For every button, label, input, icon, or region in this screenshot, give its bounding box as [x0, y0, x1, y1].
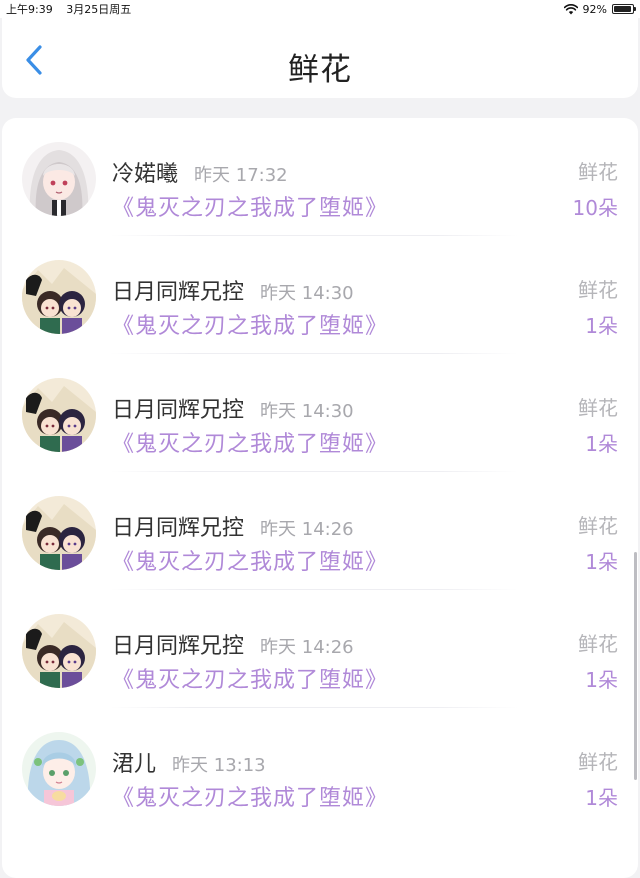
avatar[interactable]: [22, 496, 96, 570]
gift-count: 1朵: [585, 786, 618, 810]
status-date: 3月25日周五: [66, 3, 132, 16]
username: 涒儿 昨天 13:13: [112, 746, 266, 778]
avatar[interactable]: [22, 378, 96, 452]
status-time: 上午9:39: [6, 3, 53, 16]
gift-list: 冷婼曦 昨天 17:32 《鬼灭之刃之我成了堕姬》 鲜花 10朵 日月同辉兄控 …: [2, 118, 638, 878]
book-title-link[interactable]: 《鬼灭之刃之我成了堕姬》: [112, 308, 388, 340]
book-title-link[interactable]: 《鬼灭之刃之我成了堕姬》: [112, 780, 388, 812]
timestamp: 昨天 14:26: [260, 637, 354, 658]
username-text: 冷婼曦: [112, 162, 179, 187]
gift-type: 鲜花: [578, 160, 618, 184]
avatar[interactable]: [22, 142, 96, 216]
gift-type: 鲜花: [578, 632, 618, 656]
username: 日月同辉兄控 昨天 14:30: [112, 392, 354, 424]
timestamp: 昨天 13:13: [172, 755, 266, 776]
timestamp: 昨天 14:26: [260, 519, 354, 540]
book-title-link[interactable]: 《鬼灭之刃之我成了堕姬》: [112, 426, 388, 458]
battery-level: [614, 6, 631, 12]
battery-percent: 92%: [582, 2, 607, 16]
avatar[interactable]: [22, 614, 96, 688]
gift-count: 10朵: [572, 196, 618, 220]
gift-type: 鲜花: [578, 278, 618, 302]
list-item[interactable]: 日月同辉兄控 昨天 14:26 《鬼灭之刃之我成了堕姬》 鲜花 1朵: [2, 590, 638, 708]
gift-count: 1朵: [585, 432, 618, 456]
gift-type: 鲜花: [578, 750, 618, 774]
avatar-two-chibi-icon: [22, 614, 96, 688]
gift-type: 鲜花: [578, 396, 618, 420]
username-text: 涒儿: [112, 752, 157, 777]
avatar-blue-hair-girl-icon: [22, 732, 96, 806]
status-right: 92%: [563, 2, 636, 16]
username-text: 日月同辉兄控: [112, 280, 245, 305]
timestamp: 昨天 14:30: [260, 401, 354, 422]
avatar-white-hair-girl-icon: [22, 142, 96, 216]
gift-count: 1朵: [585, 550, 618, 574]
status-left: 上午9:39 3月25日周五: [6, 1, 141, 17]
username: 日月同辉兄控 昨天 14:26: [112, 510, 354, 542]
username: 日月同辉兄控 昨天 14:30: [112, 274, 354, 306]
book-title-link[interactable]: 《鬼灭之刃之我成了堕姬》: [112, 544, 388, 576]
list-item[interactable]: 日月同辉兄控 昨天 14:26 《鬼灭之刃之我成了堕姬》 鲜花 1朵: [2, 472, 638, 590]
timestamp: 昨天 14:30: [260, 283, 354, 304]
username: 冷婼曦 昨天 17:32: [112, 156, 288, 188]
avatar-two-chibi-icon: [22, 260, 96, 334]
gift-count: 1朵: [585, 314, 618, 338]
book-title-link[interactable]: 《鬼灭之刃之我成了堕姬》: [112, 190, 388, 222]
book-title-link[interactable]: 《鬼灭之刃之我成了堕姬》: [112, 662, 388, 694]
username-text: 日月同辉兄控: [112, 398, 245, 423]
avatar[interactable]: [22, 260, 96, 334]
username-text: 日月同辉兄控: [112, 516, 245, 541]
list-item[interactable]: 冷婼曦 昨天 17:32 《鬼灭之刃之我成了堕姬》 鲜花 10朵: [2, 118, 638, 236]
username-text: 日月同辉兄控: [112, 634, 245, 659]
nav-bar: 鲜花: [2, 18, 638, 98]
wifi-icon: [563, 3, 578, 14]
scrollbar[interactable]: [634, 552, 637, 780]
status-bar: 上午9:39 3月25日周五 92%: [0, 0, 640, 18]
avatar-two-chibi-icon: [22, 378, 96, 452]
avatar[interactable]: [22, 732, 96, 806]
battery-icon: [612, 4, 636, 14]
timestamp: 昨天 17:32: [194, 165, 288, 186]
page-title: 鲜花: [288, 52, 352, 88]
list-item[interactable]: 日月同辉兄控 昨天 14:30 《鬼灭之刃之我成了堕姬》 鲜花 1朵: [2, 236, 638, 354]
list-item[interactable]: 涒儿 昨天 13:13 《鬼灭之刃之我成了堕姬》 鲜花 1朵: [2, 708, 638, 826]
avatar-two-chibi-icon: [22, 496, 96, 570]
list-item[interactable]: 日月同辉兄控 昨天 14:30 《鬼灭之刃之我成了堕姬》 鲜花 1朵: [2, 354, 638, 472]
username: 日月同辉兄控 昨天 14:26: [112, 628, 354, 660]
gift-count: 1朵: [585, 668, 618, 692]
gift-type: 鲜花: [578, 514, 618, 538]
